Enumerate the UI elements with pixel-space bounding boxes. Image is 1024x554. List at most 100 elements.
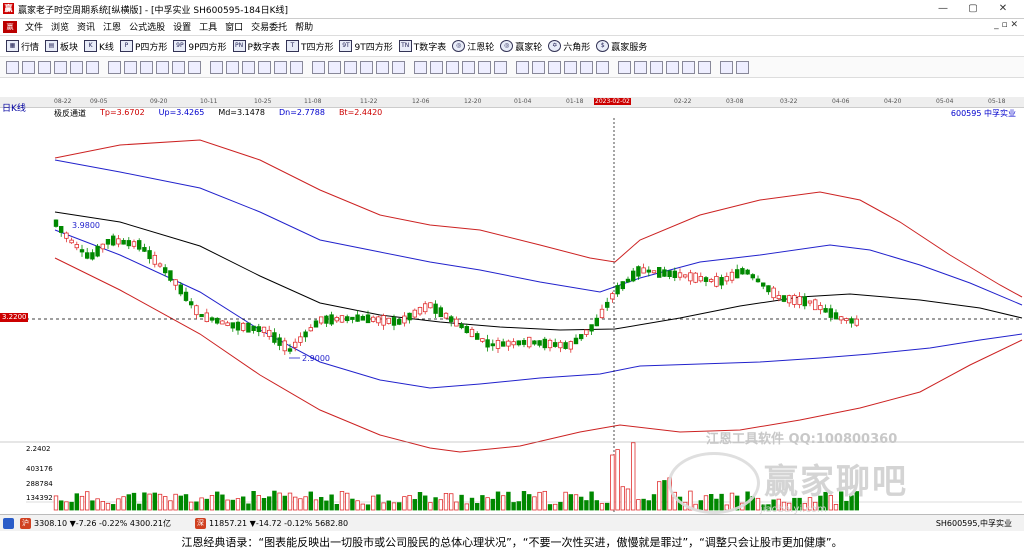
drawing-tool-icon[interactable] xyxy=(666,61,679,74)
drawing-tool-icon[interactable] xyxy=(140,61,153,74)
drawing-tool-icon[interactable] xyxy=(618,61,631,74)
candle-body xyxy=(563,342,568,349)
drawing-tool-icon[interactable] xyxy=(682,61,695,74)
candle-body xyxy=(667,270,672,277)
candle-body xyxy=(776,295,781,300)
drawing-tool-icon[interactable] xyxy=(188,61,201,74)
drawing-tool-icon[interactable] xyxy=(328,61,341,74)
drawing-tool-icon[interactable] xyxy=(172,61,185,74)
drawing-tool-icon[interactable] xyxy=(634,61,647,74)
mdi-window-controls[interactable]: _ ▫ ✕ xyxy=(994,20,1018,30)
volume-bar xyxy=(116,498,121,511)
candle-body xyxy=(703,277,709,282)
drawing-tool-icon[interactable] xyxy=(478,61,491,74)
drawing-tool-icon[interactable] xyxy=(698,61,711,74)
menu-browse[interactable]: 浏览 xyxy=(47,20,73,33)
volume-bar xyxy=(443,492,449,511)
menu-window[interactable]: 窗口 xyxy=(221,20,247,33)
drawing-tool-icon[interactable] xyxy=(344,61,357,74)
9t-square-button[interactable]: 9T 9T四方形 xyxy=(339,40,393,53)
sz-index-text: 11857.21 ▼-14.72 -0.12% 5682.80 xyxy=(208,518,349,528)
drawing-tool-icon[interactable] xyxy=(210,61,223,74)
drawing-tool-icon[interactable] xyxy=(516,61,529,74)
p-square-button[interactable]: P P四方形 xyxy=(119,40,167,53)
drawing-tool-icon[interactable] xyxy=(242,61,255,74)
candle-body xyxy=(53,219,59,227)
menu-trade[interactable]: 交易委托 xyxy=(247,20,291,33)
drawing-tool-icon[interactable] xyxy=(650,61,663,74)
menu-tools[interactable]: 工具 xyxy=(195,20,221,33)
candle-body xyxy=(579,334,584,340)
maximize-button[interactable]: ▢ xyxy=(958,2,988,16)
p-number-table-button[interactable]: PN P数字表 xyxy=(232,40,280,53)
drawing-tool-icon[interactable] xyxy=(376,61,389,74)
drawing-tool-icon[interactable] xyxy=(124,61,137,74)
drawing-tool-icon[interactable] xyxy=(446,61,459,74)
hexagon-button[interactable]: ✡ 六角形 xyxy=(548,40,590,53)
9p-icon: 9P xyxy=(173,40,187,52)
winner-wheel-button[interactable]: ◎ 赢家轮 xyxy=(500,40,542,53)
drawing-tool-icon[interactable] xyxy=(38,61,51,74)
menu-formula[interactable]: 公式选股 xyxy=(125,20,169,33)
drawing-tool-icon[interactable] xyxy=(494,61,507,74)
menu-logo-icon[interactable]: 赢 xyxy=(3,20,17,33)
drawing-tool-icon[interactable] xyxy=(532,61,545,74)
drawing-tool-icon[interactable] xyxy=(22,61,35,74)
menu-gann[interactable]: 江恩 xyxy=(99,20,125,33)
9p-square-button[interactable]: 9P 9P四方形 xyxy=(173,40,227,53)
drawing-tool-icon[interactable] xyxy=(274,61,287,74)
drawing-tool-icon[interactable] xyxy=(430,61,443,74)
candle-body xyxy=(318,316,324,324)
minimize-button[interactable]: — xyxy=(928,2,958,16)
close-button[interactable]: ✕ xyxy=(988,2,1018,16)
drawing-tool-icon[interactable] xyxy=(86,61,99,74)
volume-bar xyxy=(464,503,469,511)
volume-bar xyxy=(126,494,131,511)
candle-body xyxy=(355,314,360,322)
drawing-tool-icon[interactable] xyxy=(290,61,303,74)
candle-body xyxy=(527,336,532,348)
candle-body xyxy=(240,322,246,331)
drawing-tool-icon[interactable] xyxy=(70,61,83,74)
volume-bar xyxy=(282,495,287,511)
drawing-tool-icon[interactable] xyxy=(580,61,593,74)
drawing-tool-icon[interactable] xyxy=(226,61,239,74)
date-label: 12-06 xyxy=(412,98,430,105)
menu-news[interactable]: 资讯 xyxy=(73,20,99,33)
menu-file[interactable]: 文件 xyxy=(21,20,47,33)
t-square-button[interactable]: T T四方形 xyxy=(285,40,333,53)
volume-bar xyxy=(558,501,563,511)
drawing-tool-icon[interactable] xyxy=(462,61,475,74)
drawing-tool-icon[interactable] xyxy=(156,61,169,74)
volume-bar xyxy=(266,496,272,511)
quotes-button[interactable]: ▦ 行情 xyxy=(6,40,39,53)
drawing-tool-icon[interactable] xyxy=(6,61,19,74)
drawing-tool-icon[interactable] xyxy=(312,61,325,74)
menu-help[interactable]: 帮助 xyxy=(291,20,317,33)
low-price-annotation: 2.9000 xyxy=(302,354,330,363)
drawing-tool-icon[interactable] xyxy=(564,61,577,74)
volume-bar xyxy=(246,503,251,511)
winner-service-button[interactable]: $ 赢家服务 xyxy=(596,40,647,53)
drawing-tool-icon[interactable] xyxy=(392,61,405,74)
drawing-tool-icon[interactable] xyxy=(54,61,67,74)
drawing-tool-icon[interactable] xyxy=(108,61,121,74)
t-number-table-button[interactable]: TN T数字表 xyxy=(398,40,446,53)
sector-button[interactable]: ▤ 板块 xyxy=(45,40,78,53)
volume-bar xyxy=(69,501,74,511)
menu-settings[interactable]: 设置 xyxy=(169,20,195,33)
candle-body xyxy=(90,252,95,260)
drawing-tool-icon[interactable] xyxy=(360,61,373,74)
drawing-tool-icon[interactable] xyxy=(414,61,427,74)
keyboard-icon[interactable] xyxy=(3,517,14,529)
drawing-tool-icon[interactable] xyxy=(596,61,609,74)
drawing-tool-icon[interactable] xyxy=(736,61,749,74)
drawing-tool-icon[interactable] xyxy=(258,61,271,74)
date-label: 2023-02-02 xyxy=(594,98,631,105)
period-label[interactable]: 日K线 xyxy=(2,101,26,114)
drawing-tool-icon[interactable] xyxy=(548,61,561,74)
gann-wheel-button[interactable]: ◎ 江恩轮 xyxy=(452,40,494,53)
drawing-tool-icon[interactable] xyxy=(720,61,733,74)
kline-button[interactable]: K K线 xyxy=(84,40,114,53)
date-label: 11-22 xyxy=(360,98,378,105)
